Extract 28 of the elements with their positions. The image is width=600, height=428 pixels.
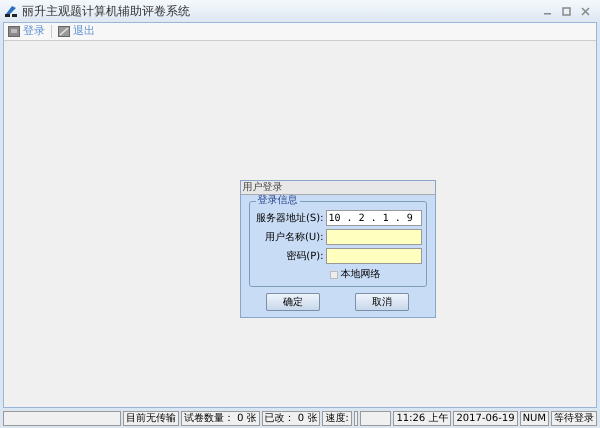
- field-label: 服务器地址(S):: [256, 212, 324, 226]
- input-field[interactable]: 10 . 2 . 1 . 9: [326, 210, 422, 226]
- status-panel: [354, 410, 358, 426]
- field-label: 密码(P):: [286, 250, 324, 264]
- status-cell: 等待登录: [551, 410, 597, 426]
- window-title: 丽升主观题计算机辅助评卷系统: [22, 3, 190, 20]
- status-panel: [360, 410, 392, 426]
- field-label: 用户名称(U):: [265, 230, 324, 244]
- status-cell: 速度:: [322, 410, 352, 426]
- input-field[interactable]: [326, 229, 422, 245]
- status-cell: NUM: [520, 410, 549, 426]
- login-icon: [8, 26, 20, 37]
- status-cell: 已改： 0 张: [262, 410, 320, 426]
- status-cell: 试卷数量： 0 张: [180, 410, 260, 426]
- checkbox[interactable]: [330, 270, 338, 278]
- dialog-title: 用户登录: [240, 181, 434, 195]
- maximize-icon[interactable]: [562, 6, 571, 16]
- close-icon[interactable]: [581, 6, 590, 16]
- dialog-button[interactable]: 取消: [355, 293, 409, 311]
- exit-icon: [58, 26, 70, 37]
- status-cell: 目前无传输: [122, 410, 179, 426]
- input-field[interactable]: [326, 248, 422, 264]
- group-title: 登录信息: [256, 195, 300, 207]
- app-icon: [4, 4, 18, 18]
- dialog-button[interactable]: 确定: [266, 293, 320, 311]
- status-cell: 2017-06-19: [453, 410, 518, 426]
- checkbox-label: 本地网络: [340, 268, 380, 282]
- status-cell: 11:26 上午: [393, 410, 452, 426]
